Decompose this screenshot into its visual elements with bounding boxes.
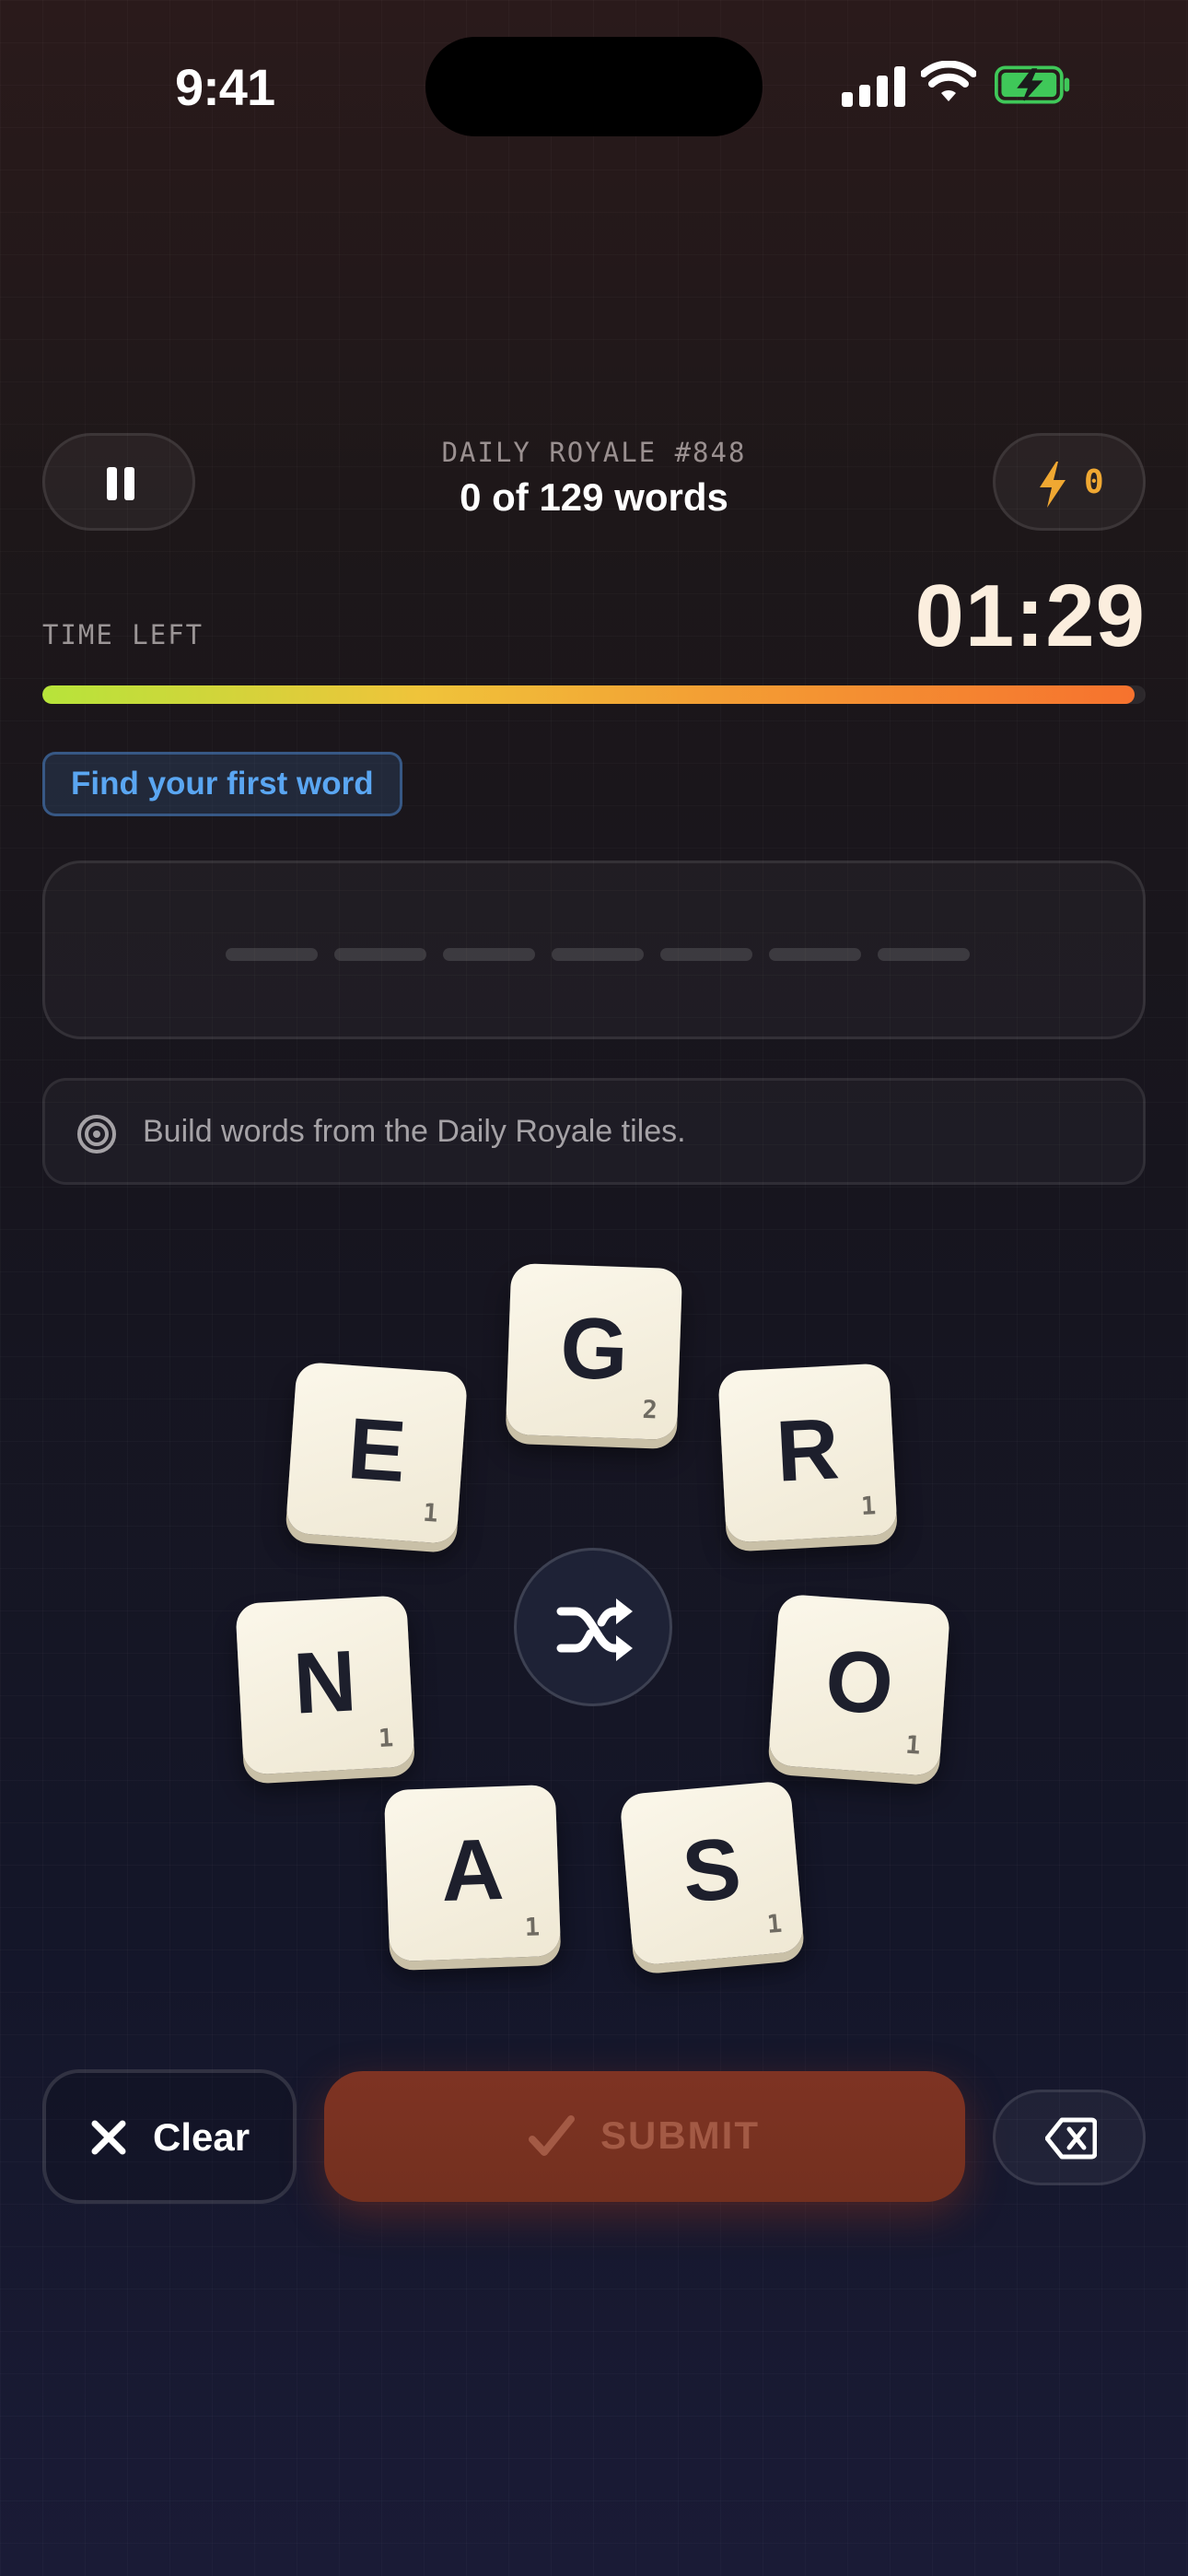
tile-score: 1 bbox=[860, 1492, 877, 1522]
letter-slots bbox=[226, 948, 970, 961]
backspace-icon bbox=[1045, 2117, 1097, 2160]
letter-slot bbox=[334, 948, 426, 961]
close-icon bbox=[91, 2120, 126, 2155]
letter-slot bbox=[769, 948, 861, 961]
tile-score: 2 bbox=[642, 1395, 658, 1425]
letter-tile-g[interactable]: G 2 bbox=[505, 1262, 683, 1441]
target-icon bbox=[77, 1115, 116, 1153]
backspace-button[interactable] bbox=[993, 2090, 1146, 2185]
shuffle-icon bbox=[556, 1598, 633, 1661]
lightning-bolt-icon bbox=[1040, 462, 1066, 508]
tile-score: 1 bbox=[524, 1913, 541, 1943]
shuffle-button[interactable] bbox=[514, 1548, 672, 1706]
tile-score: 1 bbox=[422, 1498, 439, 1528]
dynamic-island bbox=[425, 37, 763, 136]
timer-progress-bar bbox=[42, 685, 1146, 704]
status-time: 9:41 bbox=[175, 58, 275, 116]
tile-score: 1 bbox=[378, 1724, 394, 1754]
letter-slot bbox=[878, 948, 970, 961]
wifi-icon bbox=[921, 61, 976, 101]
submit-label: SUBMIT bbox=[600, 2113, 760, 2157]
checkmark-icon bbox=[529, 2115, 575, 2156]
submit-button[interactable]: SUBMIT bbox=[324, 2071, 965, 2202]
letter-slot bbox=[443, 948, 535, 961]
timer-value: 01:29 bbox=[914, 567, 1146, 665]
letter-tile-n[interactable]: N 1 bbox=[235, 1595, 415, 1775]
letter-tile-o[interactable]: O 1 bbox=[767, 1593, 951, 1777]
cellular-signal-icon bbox=[842, 64, 906, 107]
letter-slot bbox=[226, 948, 318, 961]
info-text: Build words from the Daily Royale tiles. bbox=[143, 1114, 686, 1149]
tile-letter: A bbox=[439, 1820, 506, 1920]
clear-label: Clear bbox=[153, 2115, 250, 2159]
word-entry-field bbox=[42, 861, 1146, 1039]
clear-button[interactable]: Clear bbox=[42, 2069, 297, 2204]
tile-letter: G bbox=[558, 1298, 630, 1399]
tile-letter: R bbox=[774, 1399, 842, 1500]
letter-tile-a[interactable]: A 1 bbox=[383, 1784, 562, 1962]
tile-letter: E bbox=[344, 1399, 410, 1501]
energy-button[interactable]: 0 bbox=[993, 433, 1146, 531]
letter-tile-r[interactable]: R 1 bbox=[717, 1363, 898, 1543]
tile-letter: O bbox=[822, 1631, 897, 1733]
letter-slot bbox=[552, 948, 644, 961]
battery-charging-icon bbox=[995, 65, 1070, 104]
energy-count: 0 bbox=[1084, 463, 1104, 501]
tile-score: 1 bbox=[765, 1909, 784, 1939]
tile-score: 1 bbox=[904, 1730, 922, 1761]
letter-tile-e[interactable]: E 1 bbox=[285, 1361, 469, 1545]
time-left-label: TIME LEFT bbox=[42, 619, 204, 650]
letter-slot bbox=[660, 948, 752, 961]
timer-progress-fill bbox=[42, 685, 1136, 704]
tile-letter: N bbox=[291, 1632, 359, 1732]
info-banner: Build words from the Daily Royale tiles. bbox=[42, 1078, 1146, 1185]
letter-tile-s[interactable]: S 1 bbox=[619, 1780, 805, 1966]
hint-badge: Find your first word bbox=[42, 752, 402, 816]
